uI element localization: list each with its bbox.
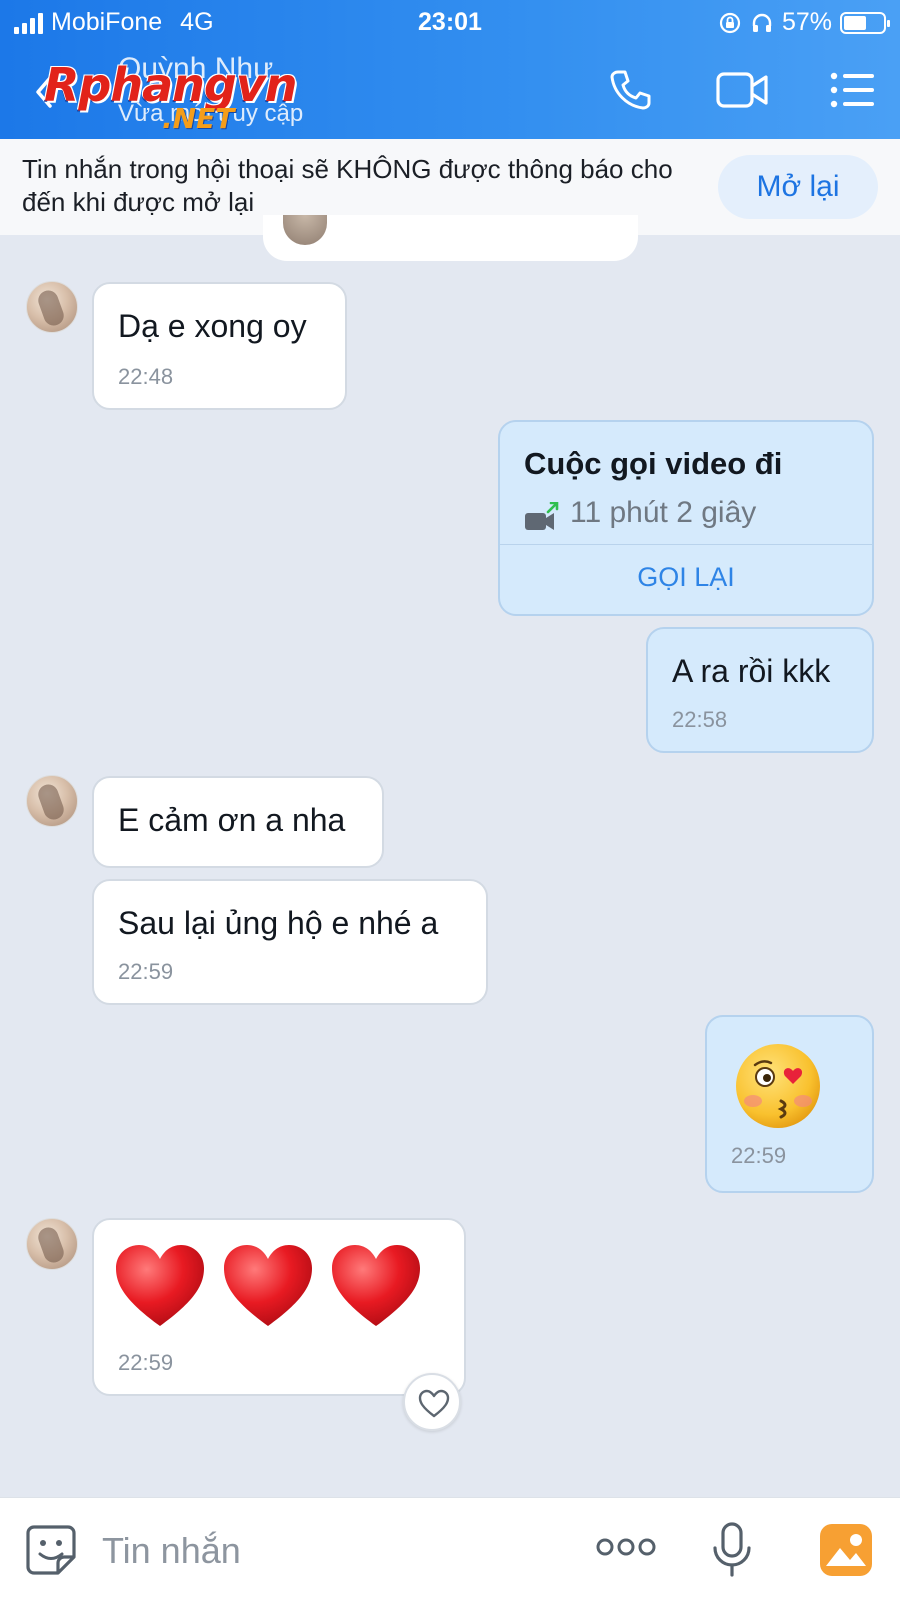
- headphones-icon: [752, 13, 772, 32]
- more-icon[interactable]: [596, 1532, 656, 1562]
- message-bubble-outgoing[interactable]: 22:59: [705, 1015, 874, 1193]
- kissing-face-emoji: [736, 1044, 820, 1128]
- phone-icon[interactable]: [606, 66, 654, 114]
- battery-percent: 57%: [781, 8, 832, 36]
- message-bubble-incoming[interactable]: E cảm ơn a nha: [92, 776, 384, 868]
- avatar[interactable]: [26, 775, 78, 827]
- divider: [500, 544, 872, 545]
- message-time: 22:59: [118, 1350, 174, 1375]
- previous-message-peek: [263, 215, 638, 261]
- message-input[interactable]: Tin nhắn: [102, 1530, 241, 1572]
- microphone-icon[interactable]: [712, 1522, 752, 1578]
- status-bar: MobiFone 4G 23:01 57%: [14, 8, 890, 38]
- three-red-hearts-emoji: [116, 1245, 420, 1326]
- outgoing-video-call-icon: [525, 502, 559, 530]
- call-title: Cuộc gọi video đi: [524, 446, 783, 481]
- sticker-icon[interactable]: [24, 1523, 78, 1577]
- message-time: 22:58: [672, 707, 728, 732]
- unmute-button[interactable]: Mở lại: [718, 155, 878, 219]
- call-duration: 11 phút 2 giây: [570, 496, 757, 529]
- message-bubble-incoming[interactable]: 22:59: [92, 1218, 466, 1396]
- video-camera-icon[interactable]: [714, 66, 770, 114]
- watermark-logo: Rphangvn .NET: [44, 58, 298, 135]
- avatar[interactable]: [26, 281, 78, 333]
- message-bubble-incoming[interactable]: Sau lại ủng hộ e nhé a 22:59: [92, 879, 488, 1005]
- message-text: A ra rồi kkk: [672, 653, 831, 689]
- orientation-lock-icon: [719, 12, 741, 33]
- call-back-button[interactable]: GỌI LẠI: [500, 562, 872, 593]
- menu-list-icon[interactable]: [830, 66, 876, 114]
- message-time: 22:59: [118, 959, 174, 984]
- avatar[interactable]: [26, 1218, 78, 1270]
- react-heart-button[interactable]: [403, 1373, 461, 1431]
- message-bubble-incoming[interactable]: Dạ e xong oy 22:48: [92, 282, 347, 410]
- message-text: Dạ e xong oy: [118, 308, 307, 344]
- heart-outline-icon: [418, 1389, 450, 1418]
- mute-banner-text: Tin nhắn trong hội thoại sẽ KHÔNG được t…: [22, 154, 673, 217]
- message-text: Sau lại ủng hộ e nhé a: [118, 905, 439, 941]
- chat-header: MobiFone 4G 23:01 57% Quỳnh Như Vừa mới …: [0, 0, 900, 139]
- avatar: [283, 215, 327, 245]
- message-input-bar: Tin nhắn: [0, 1497, 900, 1600]
- battery-icon: [840, 11, 890, 34]
- video-call-card[interactable]: Cuộc gọi video đi 11 phút 2 giây GỌI LẠI: [498, 420, 874, 616]
- gallery-icon[interactable]: [818, 1522, 874, 1578]
- watermark-sub: .NET: [162, 102, 235, 135]
- message-time: 22:48: [118, 364, 174, 389]
- message-bubble-outgoing[interactable]: A ra rồi kkk 22:58: [646, 627, 874, 753]
- message-time: 22:59: [731, 1143, 787, 1168]
- message-text: E cảm ơn a nha: [118, 802, 346, 838]
